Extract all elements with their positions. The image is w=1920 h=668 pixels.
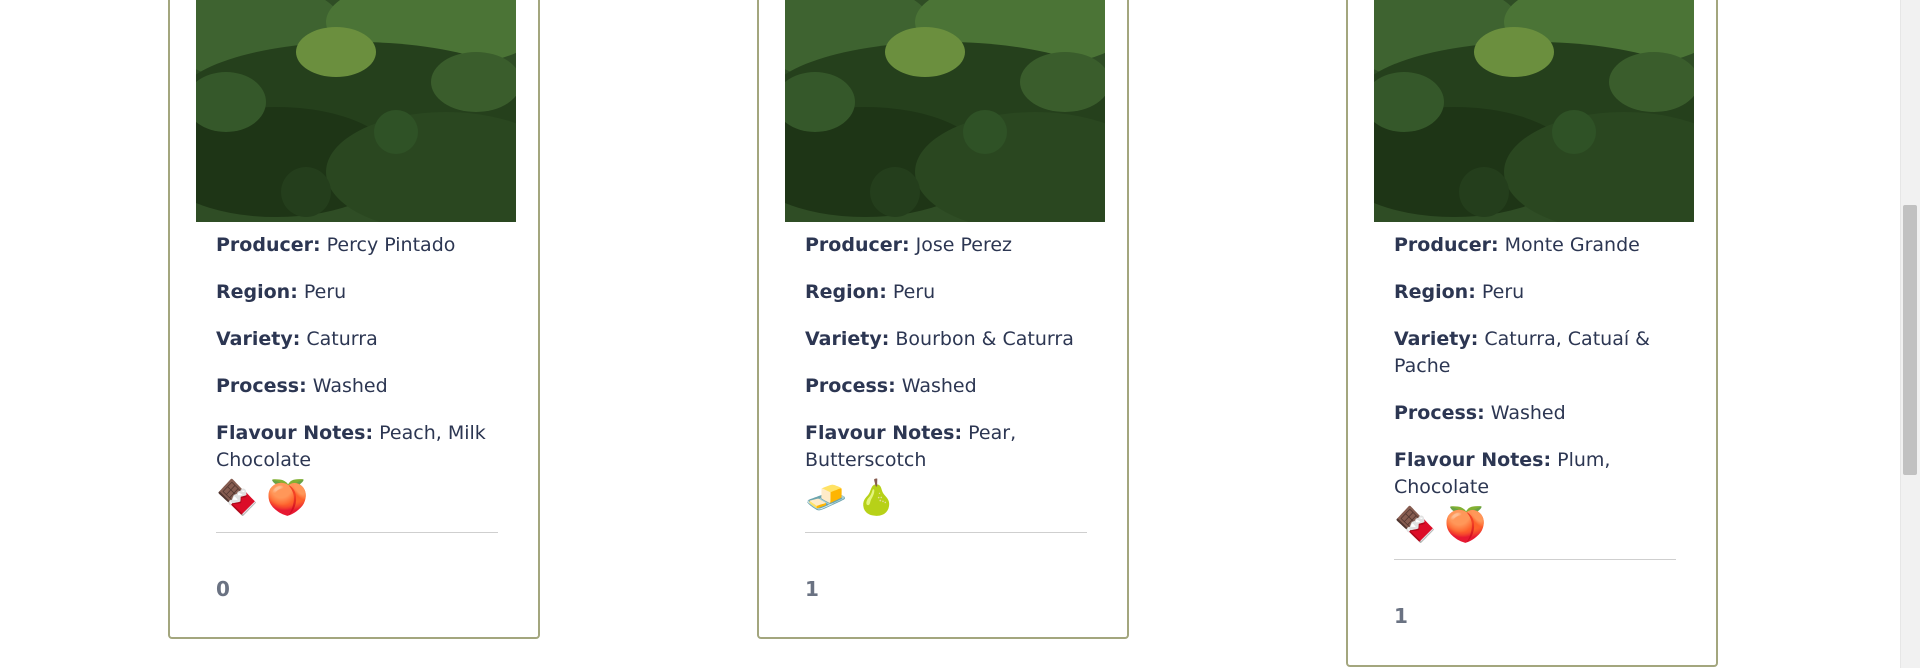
- scrollbar-thumb[interactable]: [1903, 205, 1917, 475]
- flavour-notes-label: Flavour Notes:: [1394, 449, 1552, 471]
- process-label: Process:: [216, 375, 307, 397]
- region-value: Peru: [892, 281, 936, 303]
- variety-row: Variety: Caturra, Catuaí & Pache: [1394, 326, 1676, 380]
- process-value: Washed: [1490, 402, 1566, 424]
- process-row: Process: Washed: [1394, 400, 1676, 427]
- region-value: Peru: [1481, 281, 1525, 303]
- coffee-details: Producer: Percy Pintado Region: Peru Var…: [216, 232, 498, 601]
- region-label: Region:: [805, 281, 887, 303]
- flavour-notes-label: Flavour Notes:: [216, 422, 374, 444]
- flavour-notes-row: Flavour Notes: Peach, Milk Chocolate: [216, 420, 498, 474]
- variety-value: Caturra: [306, 328, 378, 350]
- coffee-farm-photo: [196, 0, 516, 222]
- flavour-notes-row: Flavour Notes: Pear, Butterscotch: [805, 420, 1087, 474]
- producer-value: Monte Grande: [1504, 234, 1640, 256]
- producer-row: Producer: Jose Perez: [805, 232, 1087, 259]
- coffee-card[interactable]: Producer: Monte Grande Region: Peru Vari…: [1346, 0, 1718, 667]
- chocolate-icon: 🍫: [216, 478, 259, 518]
- butterscotch-icon: 🧈: [805, 478, 848, 518]
- coffee-farm-photo: [785, 0, 1105, 222]
- variety-label: Variety:: [805, 328, 890, 350]
- producer-row: Producer: Monte Grande: [1394, 232, 1676, 259]
- count-value: 0: [216, 577, 230, 601]
- flavour-icons: 🧈 🍐: [805, 476, 1087, 520]
- coffee-card[interactable]: Producer: Percy Pintado Region: Peru Var…: [168, 0, 540, 639]
- variety-row: Variety: Caturra: [216, 326, 498, 353]
- coffee-details: Producer: Jose Perez Region: Peru Variet…: [805, 232, 1087, 601]
- process-value: Washed: [901, 375, 977, 397]
- region-row: Region: Peru: [1394, 279, 1676, 306]
- plum-icon: 🍑: [1444, 505, 1487, 545]
- page: Producer: Percy Pintado Region: Peru Var…: [0, 0, 1920, 668]
- chocolate-icon: 🍫: [1394, 505, 1437, 545]
- producer-value: Percy Pintado: [326, 234, 456, 256]
- divider: [1394, 559, 1676, 560]
- producer-label: Producer:: [1394, 234, 1499, 256]
- producer-label: Producer:: [805, 234, 910, 256]
- region-label: Region:: [1394, 281, 1476, 303]
- process-value: Washed: [312, 375, 388, 397]
- flavour-notes-label: Flavour Notes:: [805, 422, 963, 444]
- region-row: Region: Peru: [805, 279, 1087, 306]
- producer-label: Producer:: [216, 234, 321, 256]
- region-row: Region: Peru: [216, 279, 498, 306]
- process-row: Process: Washed: [805, 373, 1087, 400]
- variety-label: Variety:: [1394, 328, 1479, 350]
- divider: [805, 532, 1087, 533]
- region-value: Peru: [303, 281, 347, 303]
- process-label: Process:: [1394, 402, 1485, 424]
- divider: [216, 532, 498, 533]
- region-label: Region:: [216, 281, 298, 303]
- flavour-icons: 🍫 🍑: [1394, 503, 1676, 547]
- variety-row: Variety: Bourbon & Caturra: [805, 326, 1087, 353]
- flavour-icons: 🍫 🍑: [216, 476, 498, 520]
- scrollbar[interactable]: [1900, 0, 1920, 668]
- process-label: Process:: [805, 375, 896, 397]
- peach-icon: 🍑: [266, 478, 309, 518]
- process-row: Process: Washed: [216, 373, 498, 400]
- producer-value: Jose Perez: [915, 234, 1013, 256]
- coffee-details: Producer: Monte Grande Region: Peru Vari…: [1394, 232, 1676, 628]
- count-value: 1: [805, 577, 819, 601]
- count-value: 1: [1394, 604, 1408, 628]
- variety-label: Variety:: [216, 328, 301, 350]
- producer-row: Producer: Percy Pintado: [216, 232, 498, 259]
- pear-icon: 🍐: [855, 478, 898, 518]
- coffee-farm-photo: [1374, 0, 1694, 222]
- flavour-notes-row: Flavour Notes: Plum, Chocolate: [1394, 447, 1676, 501]
- variety-value: Bourbon & Caturra: [895, 328, 1074, 350]
- coffee-card[interactable]: Producer: Jose Perez Region: Peru Variet…: [757, 0, 1129, 639]
